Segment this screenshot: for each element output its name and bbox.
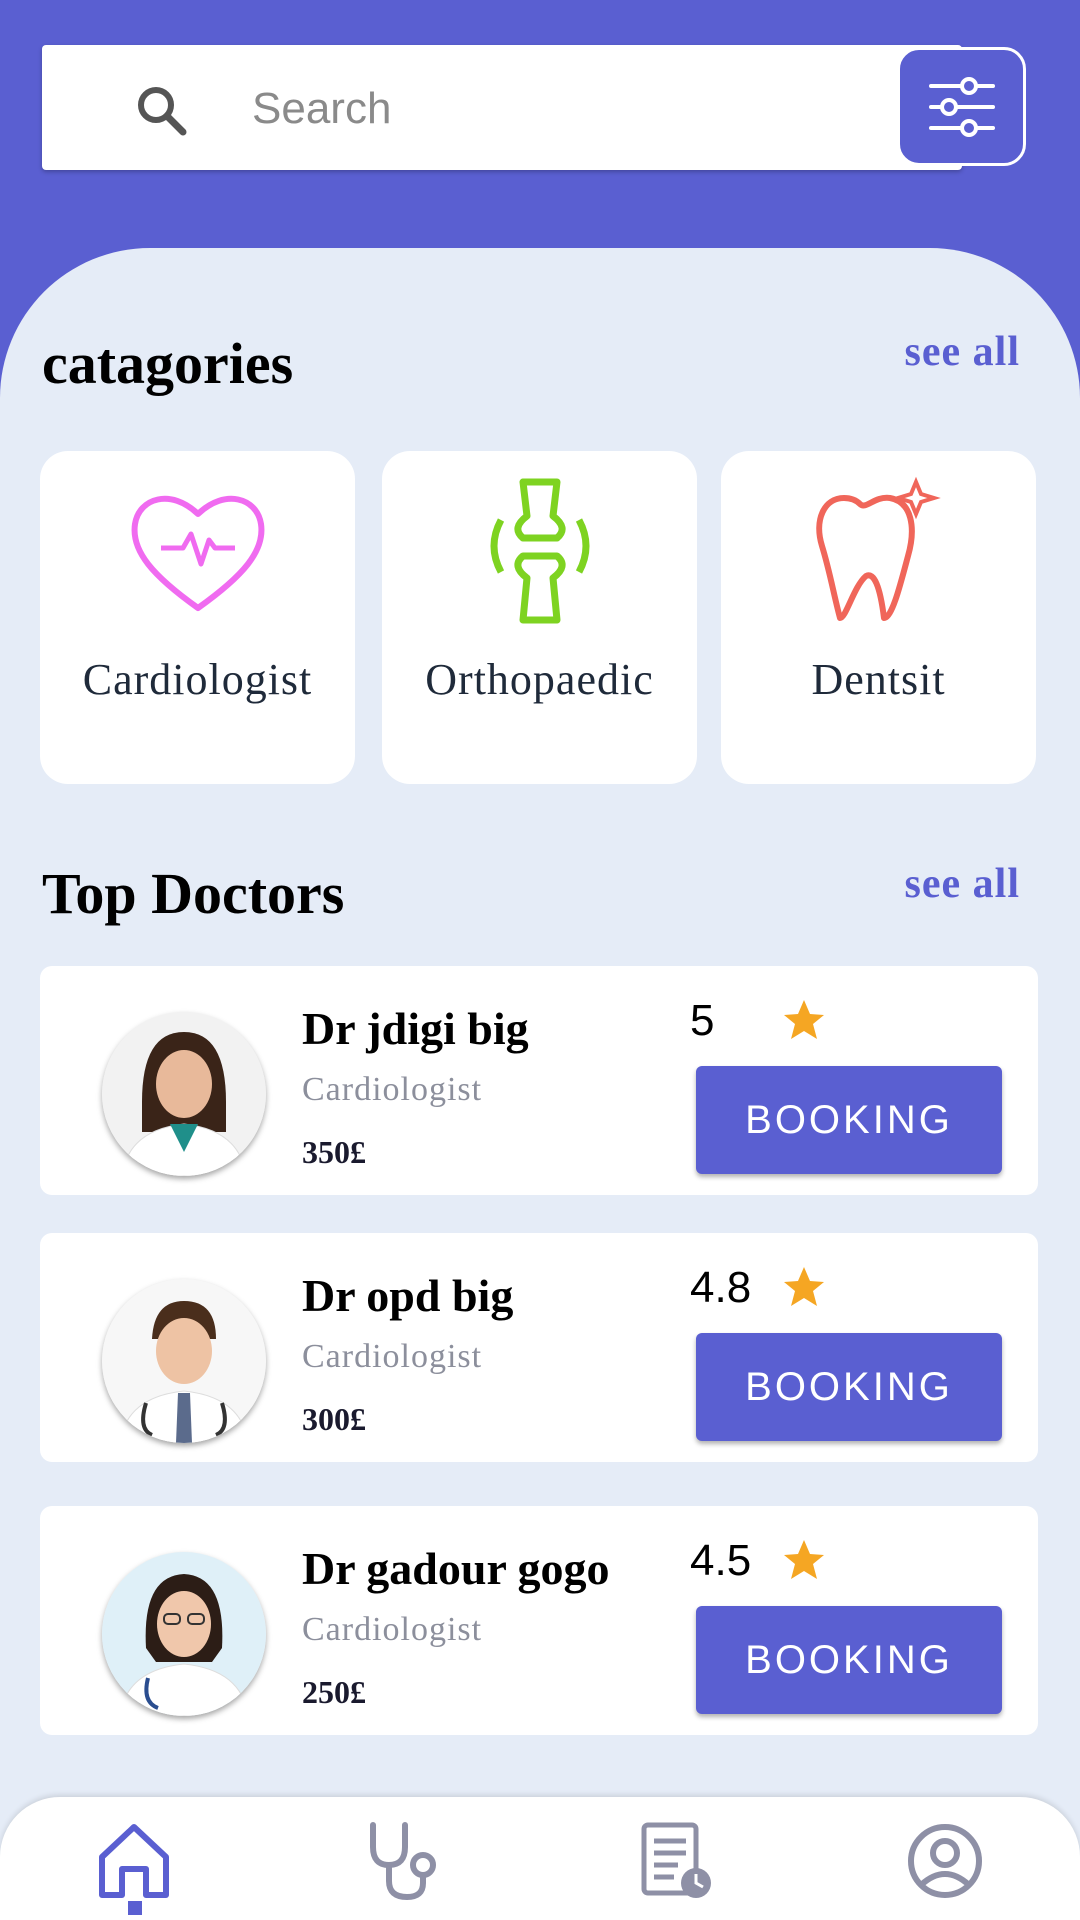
- stethoscope-icon[interactable]: [363, 1819, 447, 1903]
- doctor-price: 350£: [302, 1134, 366, 1170]
- doctor-name: Dr jdigi big: [302, 1003, 529, 1054]
- categories-title: catagories: [42, 331, 294, 396]
- star-icon: [784, 1267, 824, 1306]
- doctor-price: 250£: [302, 1674, 366, 1710]
- bone-joint-icon: [490, 478, 589, 624]
- doctor-rating: 5: [690, 996, 715, 1045]
- top-doctors-see-all-link[interactable]: see all: [905, 860, 1020, 908]
- heart-pulse-icon: [131, 495, 264, 611]
- records-clock-icon[interactable]: [634, 1819, 718, 1903]
- home-icon[interactable]: [92, 1819, 176, 1903]
- booking-button[interactable]: BOOKING: [696, 1333, 1002, 1441]
- doctor-rating: 4.5: [690, 1536, 752, 1585]
- search-input[interactable]: [250, 65, 894, 152]
- avatar: [102, 1279, 266, 1443]
- categories-see-all-link[interactable]: see all: [905, 328, 1020, 376]
- category-card-cardiologist[interactable]: Cardiologist: [40, 451, 355, 784]
- doctor-name: Dr gadour gogo: [302, 1543, 610, 1594]
- booking-button[interactable]: BOOKING: [696, 1066, 1002, 1174]
- doctor-price: 300£: [302, 1401, 366, 1437]
- category-label: Cardiologist: [82, 655, 313, 704]
- doctor-rating: 4.8: [690, 1263, 752, 1312]
- doctor-card[interactable]: Dr opd big Cardiologist 300£ 4.8 BOOKING: [40, 1233, 1038, 1462]
- booking-button[interactable]: BOOKING: [696, 1606, 1002, 1714]
- doctor-specialty: Cardiologist: [302, 1611, 483, 1648]
- avatar: [102, 1012, 266, 1176]
- search-bar: [42, 45, 962, 170]
- category-label: Orthopaedic: [425, 655, 654, 704]
- doctor-portrait-icon: [102, 1012, 266, 1176]
- star-icon: [784, 1000, 824, 1039]
- avatar: [102, 1552, 266, 1716]
- sliders-icon: [928, 76, 995, 137]
- doctor-name: Dr opd big: [302, 1270, 514, 1321]
- search-icon[interactable]: [134, 83, 190, 139]
- top-doctors-title: Top Doctors: [42, 861, 345, 926]
- category-card-dentist[interactable]: Dentsit: [721, 451, 1036, 784]
- bottom-nav: [0, 1797, 1080, 1920]
- active-nav-indicator: [128, 1901, 142, 1915]
- filter-button[interactable]: [897, 47, 1026, 166]
- doctor-specialty: Cardiologist: [302, 1338, 483, 1375]
- tooth-icon: [815, 476, 941, 621]
- doctor-card[interactable]: Dr jdigi big Cardiologist 350£ 5 BOOKING: [40, 966, 1038, 1195]
- category-card-orthopaedic[interactable]: Orthopaedic: [382, 451, 697, 784]
- star-icon: [784, 1540, 824, 1579]
- doctor-portrait-icon: [102, 1279, 266, 1443]
- profile-icon[interactable]: [903, 1819, 987, 1903]
- main-content: catagories see all Cardiologist Orthopae…: [0, 248, 1080, 1920]
- doctor-card[interactable]: Dr gadour gogo Cardiologist 250£ 4.5 BOO…: [40, 1506, 1038, 1735]
- category-label: Dentsit: [811, 655, 946, 704]
- doctor-specialty: Cardiologist: [302, 1071, 483, 1108]
- doctor-portrait-icon: [102, 1552, 266, 1716]
